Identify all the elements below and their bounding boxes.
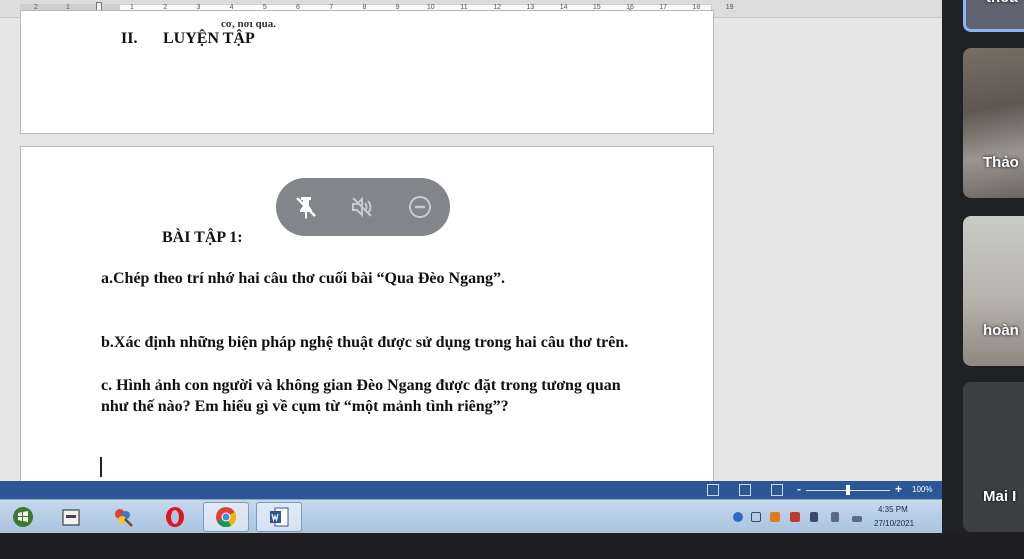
bottom-bar [0, 533, 1024, 559]
pin-off-icon [296, 197, 316, 219]
read-mode-icon[interactable] [707, 484, 719, 496]
paint-icon [115, 509, 133, 527]
shared-screen: 2 1 1 2 3 4 5 6 7 8 9 10 11 12 13 14 15 16 17 18 19 cơ, nơi … [0, 0, 942, 533]
windows-taskbar: 4:35 PM 27/10/2021 [0, 499, 942, 533]
participant-name: Mai I [983, 488, 1017, 505]
screen: 2 1 1 2 3 4 5 6 7 8 9 10 11 12 13 14 15 16 17 18 19 cơ, nơi … [0, 0, 1024, 559]
exercise-title: BÀI TẬP 1: [162, 229, 243, 246]
participant-name: thoa [986, 0, 1018, 6]
taskbar-word[interactable] [256, 502, 302, 532]
vpn-tray-icon[interactable] [751, 512, 761, 522]
unpin-button[interactable] [290, 191, 322, 223]
previous-line-fragment: cơ, nơi qua. [221, 22, 276, 29]
section-heading: II. LUYỆN TẬP [121, 30, 255, 48]
remove-button[interactable] [404, 191, 436, 223]
participant-tile[interactable]: thoa [963, 0, 1024, 32]
signal-tray-icon[interactable] [852, 516, 862, 522]
battery-tray-icon[interactable] [831, 512, 839, 522]
word-status-bar: - + 100% [0, 481, 942, 499]
explorer-icon [62, 509, 80, 526]
participant-tile[interactable]: Mai I [963, 382, 1024, 532]
flag-tray-icon[interactable] [810, 512, 818, 522]
text-cursor [100, 457, 102, 477]
clock-time[interactable]: 4:35 PM [878, 505, 908, 514]
zoom-level[interactable]: 100% [912, 485, 932, 494]
zoom-slider-thumb[interactable] [846, 485, 850, 495]
antivirus-tray-icon[interactable] [770, 512, 780, 522]
opera-icon [166, 507, 184, 527]
question-b: b.Xác định những biện pháp nghệ thuật đư… [101, 334, 629, 351]
participant-tile[interactable]: hoàn [963, 216, 1024, 366]
mute-icon [352, 196, 372, 218]
participant-tile[interactable]: Thảo [963, 48, 1024, 198]
taskbar-paint[interactable] [100, 502, 146, 532]
presenter-controls [276, 178, 450, 236]
participant-name: hoàn [983, 322, 1019, 339]
unikey-tray-icon[interactable] [790, 512, 800, 522]
question-c: c. Hình ảnh con người và không gian Đèo … [101, 377, 621, 415]
taskbar-opera[interactable] [152, 502, 198, 532]
start-button[interactable] [0, 502, 46, 532]
mute-button[interactable] [346, 191, 378, 223]
question-a: a.Chép theo trí nhớ hai câu thơ cuối bài… [101, 270, 505, 287]
clock-date[interactable]: 27/10/2021 [874, 519, 914, 528]
ruler-number: 19 [725, 4, 734, 11]
chrome-icon [216, 507, 237, 528]
participant-name: Thảo [983, 154, 1019, 171]
taskbar-explorer[interactable] [48, 502, 94, 532]
start-icon [13, 507, 33, 527]
document-page-previous[interactable]: cơ, nơi qua. [20, 10, 714, 134]
zoom-in-button[interactable]: + [895, 482, 902, 496]
taskbar-chrome[interactable] [203, 502, 249, 532]
word-icon [270, 507, 289, 527]
network-tray-icon[interactable] [733, 512, 743, 522]
zoom-out-button[interactable]: - [797, 482, 801, 496]
remove-icon [409, 196, 431, 218]
web-layout-icon[interactable] [771, 484, 783, 496]
section-heading-text: LUYỆN TẬP [163, 30, 255, 47]
section-heading-number: II. [121, 30, 138, 47]
print-layout-icon[interactable] [739, 484, 751, 496]
